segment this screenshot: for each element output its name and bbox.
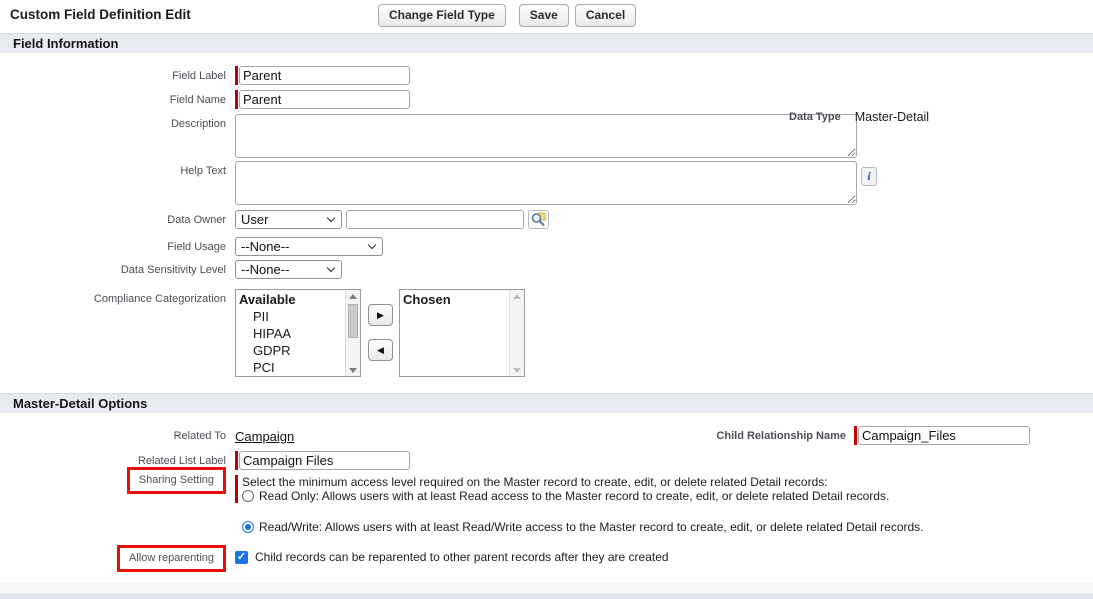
- compliance-categorization-label: Compliance Categorization: [0, 289, 235, 305]
- data-type-row: Data Type Master-Detail: [789, 111, 929, 124]
- field-label-input[interactable]: [239, 66, 410, 85]
- related-to-label: Related To: [0, 426, 235, 442]
- list-item[interactable]: PCI: [236, 359, 345, 376]
- required-bar: [235, 475, 238, 503]
- lookup-icon[interactable]: [528, 210, 549, 229]
- read-only-radio[interactable]: [242, 490, 254, 502]
- info-icon[interactable]: i: [861, 167, 877, 186]
- sharing-setting-intro: Select the minimum access level required…: [242, 475, 889, 489]
- field-name-input[interactable]: [239, 90, 410, 109]
- change-field-type-button[interactable]: Change Field Type: [378, 4, 506, 27]
- data-type-label: Data Type: [789, 111, 841, 124]
- read-write-radio[interactable]: [242, 521, 254, 533]
- available-listbox[interactable]: Available PII HIPAA GDPR PCI: [235, 289, 361, 377]
- scroll-up-icon[interactable]: [346, 290, 360, 302]
- chevron-down-icon: [327, 214, 335, 222]
- help-text-row: Help Text i: [0, 161, 1093, 205]
- sharing-setting-annotation-box: Sharing Setting: [127, 467, 226, 494]
- field-information-body: Data Type Master-Detail Field Label Fiel…: [0, 53, 1093, 377]
- page-header: Custom Field Definition Edit Change Fiel…: [0, 0, 1093, 29]
- field-usage-select[interactable]: --None--: [235, 237, 383, 256]
- sharing-setting-row: Sharing Setting Select the minimum acces…: [0, 475, 1093, 534]
- scroll-down-icon[interactable]: [346, 364, 360, 376]
- description-label: Description: [0, 114, 235, 130]
- custom-field-definition-edit-page: Custom Field Definition Edit Change Fiel…: [0, 0, 1093, 599]
- field-label-row: Field Label: [0, 66, 1093, 85]
- data-owner-type-value: User: [241, 212, 268, 227]
- child-relationship-name-input[interactable]: [858, 426, 1030, 445]
- allow-reparenting-annotation-box: Allow reparenting: [117, 545, 226, 572]
- child-relationship-group: Child Relationship Name: [716, 426, 1030, 445]
- data-sensitivity-label: Data Sensitivity Level: [0, 260, 235, 276]
- description-textarea[interactable]: [235, 114, 857, 158]
- allow-reparenting-checkbox-label: Child records can be reparented to other…: [255, 550, 669, 564]
- chosen-header: Chosen: [400, 291, 509, 308]
- move-left-button[interactable]: ◀: [368, 339, 393, 361]
- read-write-radio-label: Read/Write: Allows users with at least R…: [259, 520, 924, 534]
- next-section-edge: [0, 594, 1093, 599]
- move-buttons: ▶ ◀: [368, 304, 393, 361]
- scrollbar[interactable]: [509, 290, 524, 376]
- scroll-up-icon[interactable]: [510, 290, 524, 302]
- move-right-button[interactable]: ▶: [368, 304, 393, 326]
- related-list-label-label: Related List Label: [0, 451, 235, 467]
- related-to-row: Related To Campaign Child Relationship N…: [0, 426, 1093, 445]
- required-bar: [235, 90, 238, 109]
- allow-reparenting-checkbox[interactable]: ✓: [235, 551, 248, 564]
- related-list-label-input[interactable]: [239, 451, 410, 470]
- section-header-master-detail-options: Master-Detail Options: [0, 393, 1093, 413]
- field-name-label: Field Name: [0, 90, 235, 106]
- chosen-listbox[interactable]: Chosen: [399, 289, 525, 377]
- toolbar: Change Field Type Save Cancel: [378, 4, 636, 27]
- allow-reparenting-row: Allow reparenting ✓ Child records can be…: [0, 550, 1093, 572]
- magnifier-glyph: [531, 212, 546, 227]
- scrollbar[interactable]: [345, 290, 360, 376]
- allow-reparenting-label-cell: Allow reparenting: [0, 545, 235, 572]
- help-text-textarea[interactable]: [235, 161, 857, 205]
- data-owner-label: Data Owner: [0, 210, 235, 226]
- section-header-field-information: Field Information: [0, 33, 1093, 53]
- field-usage-row: Field Usage --None--: [0, 237, 1093, 256]
- data-owner-row: Data Owner User: [0, 210, 1093, 229]
- field-usage-label: Field Usage: [0, 237, 235, 253]
- list-item[interactable]: GDPR: [236, 342, 345, 359]
- help-text-label: Help Text: [0, 161, 235, 177]
- field-name-row: Field Name: [0, 90, 1093, 109]
- compliance-categorization-row: Compliance Categorization Available PII …: [0, 289, 1093, 377]
- data-sensitivity-select[interactable]: --None--: [235, 260, 342, 279]
- field-label-label: Field Label: [0, 66, 235, 82]
- master-detail-body: Related To Campaign Child Relationship N…: [0, 413, 1093, 572]
- related-to-link[interactable]: Campaign: [235, 426, 294, 444]
- cancel-button[interactable]: Cancel: [575, 4, 636, 27]
- data-owner-lookup-input[interactable]: [346, 210, 524, 229]
- chevron-down-icon: [368, 241, 376, 249]
- page-title: Custom Field Definition Edit: [10, 7, 191, 22]
- save-button[interactable]: Save: [519, 4, 569, 27]
- data-owner-type-select[interactable]: User: [235, 210, 342, 229]
- bottom-spacer: [0, 583, 1093, 594]
- available-header: Available: [236, 291, 345, 308]
- field-usage-value: --None--: [241, 239, 289, 254]
- data-sensitivity-row: Data Sensitivity Level --None--: [0, 260, 1093, 279]
- list-item[interactable]: HIPAA: [236, 325, 345, 342]
- scrollbar-thumb[interactable]: [348, 304, 358, 338]
- required-bar: [235, 66, 238, 85]
- scroll-down-icon[interactable]: [510, 364, 524, 376]
- data-sensitivity-value: --None--: [241, 262, 289, 277]
- list-item[interactable]: PII: [236, 308, 345, 325]
- child-relationship-name-label: Child Relationship Name: [716, 426, 854, 442]
- required-bar: [235, 451, 238, 470]
- sharing-setting-label-cell: Sharing Setting: [0, 467, 235, 494]
- read-only-radio-label: Read Only: Allows users with at least Re…: [259, 489, 889, 503]
- chevron-down-icon: [327, 264, 335, 272]
- data-type-value: Master-Detail: [855, 110, 929, 124]
- required-bar: [854, 426, 857, 445]
